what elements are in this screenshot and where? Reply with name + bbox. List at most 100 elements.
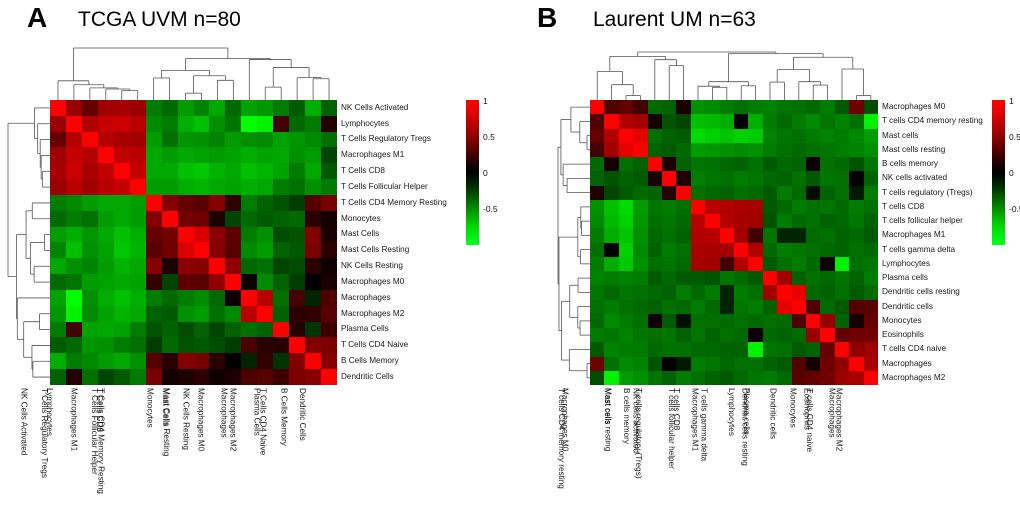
heatmap-cell bbox=[762, 342, 778, 357]
heatmap-cell bbox=[661, 142, 677, 157]
heatmap-cell bbox=[273, 369, 290, 385]
heatmap-cell bbox=[97, 353, 114, 370]
heatmap-cell bbox=[161, 369, 178, 385]
heatmap-cell bbox=[705, 285, 720, 300]
heatmap-cell bbox=[849, 185, 864, 200]
heatmap-cell bbox=[289, 115, 306, 132]
row-label: Dendritic Cells bbox=[341, 371, 394, 381]
heatmap-cell bbox=[863, 128, 878, 143]
heatmap-cell bbox=[50, 210, 66, 227]
row-label: T cells regulatory (Tregs) bbox=[882, 187, 973, 197]
heatmap-cell bbox=[618, 285, 634, 300]
heatmap-cell bbox=[661, 114, 677, 129]
heatmap-cell bbox=[719, 342, 734, 357]
row-label: Mast cells bbox=[882, 130, 919, 140]
colorbar-tick--0_5: -0.5 bbox=[483, 204, 498, 214]
heatmap-cell bbox=[849, 214, 864, 229]
heatmap-cell bbox=[633, 214, 648, 229]
heatmap-cell bbox=[305, 305, 322, 322]
heatmap-cell bbox=[129, 274, 146, 290]
heatmap-cell bbox=[209, 226, 226, 243]
heatmap-cell bbox=[273, 163, 290, 180]
heatmap-cell bbox=[604, 100, 619, 115]
heatmap-cell bbox=[289, 163, 306, 180]
heatmap-cell bbox=[289, 147, 306, 164]
heatmap-cell bbox=[241, 115, 258, 132]
heatmap-cell bbox=[705, 100, 720, 115]
heatmap-cell bbox=[590, 214, 605, 229]
heatmap-cell bbox=[289, 258, 306, 275]
heatmap-cell bbox=[748, 271, 763, 286]
heatmap-cell bbox=[225, 258, 242, 275]
heatmap-cell bbox=[65, 100, 82, 116]
heatmap-cell bbox=[590, 370, 605, 385]
heatmap-cell bbox=[676, 256, 691, 271]
heatmap-cell bbox=[647, 142, 662, 157]
heatmap-cell bbox=[50, 305, 66, 322]
heatmap-cell bbox=[65, 179, 82, 195]
column-label: T cells CD4 memory resting bbox=[556, 388, 566, 489]
heatmap-cell bbox=[193, 115, 210, 132]
heatmap-cell bbox=[647, 199, 662, 214]
heatmap-cell bbox=[193, 289, 210, 306]
heatmap-cell bbox=[805, 199, 821, 214]
heatmap-cell bbox=[161, 147, 178, 164]
heatmap-cell bbox=[161, 163, 178, 180]
column-label: Macrophages M1 bbox=[69, 388, 79, 452]
heatmap-cell bbox=[791, 128, 806, 143]
heatmap-cell bbox=[273, 321, 290, 338]
heatmap-cell bbox=[719, 199, 734, 214]
heatmap-cell bbox=[705, 128, 720, 143]
column-labels-panel-a: NK Cells Activated Lymphocytes T Cells Reg… bbox=[19, 388, 337, 506]
heatmap-cell bbox=[321, 179, 337, 195]
heatmap-cell bbox=[661, 342, 677, 357]
heatmap-cell bbox=[733, 185, 749, 200]
correlation-heatmap-panel-a[interactable] bbox=[50, 100, 337, 385]
heatmap-cell bbox=[676, 142, 691, 157]
row-label: Lymphocytes bbox=[882, 258, 930, 268]
heatmap-cell bbox=[305, 337, 322, 354]
heatmap-cell bbox=[225, 226, 242, 243]
heatmap-cell bbox=[863, 356, 878, 371]
heatmap-cell bbox=[81, 147, 98, 164]
heatmap-cell bbox=[129, 147, 146, 164]
column-label: T cells CD4 naive bbox=[805, 388, 815, 453]
heatmap-cell bbox=[733, 114, 749, 129]
heatmap-cell bbox=[618, 171, 634, 186]
heatmap-cell bbox=[65, 305, 82, 322]
column-label: Dendritic cells bbox=[768, 388, 778, 439]
heatmap-cell bbox=[863, 271, 878, 286]
column-label: Macrophages M2 bbox=[834, 388, 844, 452]
heatmap-cell bbox=[805, 100, 821, 115]
heatmap-cell bbox=[65, 194, 82, 211]
heatmap-cell bbox=[762, 171, 778, 186]
heatmap-cell bbox=[762, 328, 778, 343]
heatmap-cell bbox=[97, 274, 114, 290]
heatmap-cell bbox=[161, 274, 178, 290]
heatmap-cell bbox=[113, 274, 130, 290]
heatmap-cell bbox=[719, 370, 734, 385]
heatmap-cell bbox=[633, 157, 648, 172]
row-label: NK Cells Resting bbox=[341, 261, 403, 271]
heatmap-cell bbox=[257, 100, 274, 116]
heatmap-cell bbox=[321, 131, 337, 148]
heatmap-cell bbox=[690, 285, 706, 300]
heatmap-cell bbox=[321, 100, 337, 116]
heatmap-cell bbox=[618, 128, 634, 143]
heatmap-cell bbox=[633, 228, 648, 243]
row-label: T cells follicular helper bbox=[882, 216, 963, 226]
heatmap-cell bbox=[257, 353, 274, 370]
heatmap-cell bbox=[719, 328, 734, 343]
row-label: Monocytes bbox=[882, 315, 922, 325]
heatmap-cell bbox=[273, 353, 290, 370]
heatmap-cell bbox=[113, 147, 130, 164]
heatmap-cell bbox=[225, 369, 242, 385]
heatmap-cell bbox=[161, 242, 178, 259]
heatmap-cell bbox=[762, 100, 778, 115]
heatmap-cell bbox=[748, 256, 763, 271]
heatmap-cell bbox=[820, 214, 835, 229]
heatmap-cell bbox=[748, 157, 763, 172]
correlation-heatmap-panel-b[interactable] bbox=[590, 100, 878, 385]
column-label: Dendritic cells resting bbox=[740, 388, 750, 466]
heatmap-cell bbox=[863, 342, 878, 357]
